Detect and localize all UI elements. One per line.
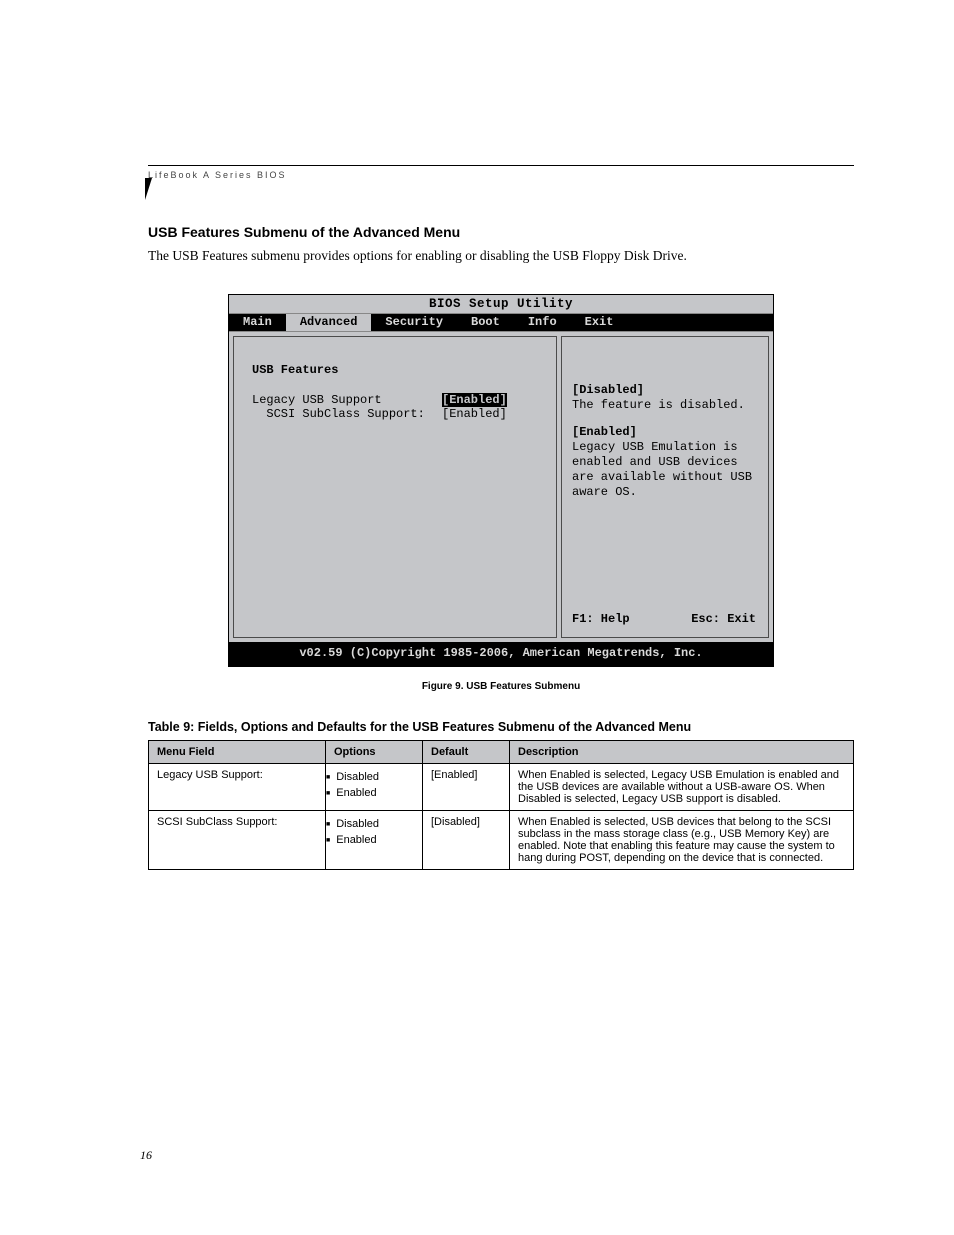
help-disabled-text: The feature is disabled. [572, 398, 758, 413]
bios-row-label: Legacy USB Support [252, 393, 442, 407]
cell-options: Disabled Enabled [326, 810, 423, 869]
header-mark-icon [145, 178, 152, 200]
cell-default: [Enabled] [423, 763, 510, 810]
bios-tab-security: Security [371, 314, 457, 331]
bios-left-pane: USB Features Legacy USB Support[Enabled]… [233, 336, 557, 638]
figure-caption: Figure 9. USB Features Submenu [148, 681, 854, 692]
cell-field: Legacy USB Support: [149, 763, 326, 810]
help-enabled-text: Legacy USB Emulation is enabled and USB … [572, 440, 758, 500]
cell-description: When Enabled is selected, USB devices th… [510, 810, 854, 869]
bios-tab-exit: Exit [571, 314, 628, 331]
bios-screenshot: BIOS Setup Utility Main Advanced Securit… [228, 294, 774, 667]
option-item: Disabled [326, 769, 414, 786]
help-disabled-header: [Disabled] [572, 383, 758, 398]
bios-title: BIOS Setup Utility [229, 295, 773, 314]
bios-submenu-title: USB Features [252, 363, 544, 377]
bios-row-legacy-usb: Legacy USB Support[Enabled] [252, 393, 544, 407]
bios-row-value-selected: [Enabled] [442, 393, 507, 407]
cell-description: When Enabled is selected, Legacy USB Emu… [510, 763, 854, 810]
bios-tab-main: Main [229, 314, 286, 331]
section-intro: The USB Features submenu provides option… [148, 246, 854, 266]
cell-options: Disabled Enabled [326, 763, 423, 810]
bios-row-scsi-subclass: SCSI SubClass Support:[Enabled] [252, 407, 544, 421]
bios-tab-info: Info [514, 314, 571, 331]
th-default: Default [423, 740, 510, 763]
fields-table: Menu Field Options Default Description L… [148, 740, 854, 870]
section-heading: USB Features Submenu of the Advanced Men… [148, 224, 854, 240]
th-menu-field: Menu Field [149, 740, 326, 763]
page-number: 16 [140, 1148, 152, 1163]
bios-tab-bar: Main Advanced Security Boot Info Exit [229, 314, 773, 331]
bios-row-value: [Enabled] [442, 407, 507, 421]
bios-row-label: SCSI SubClass Support: [252, 407, 442, 421]
table-caption: Table 9: Fields, Options and Defaults fo… [148, 720, 854, 734]
bios-help-bar: F1: Help Esc: Exit [572, 612, 758, 627]
table-row: SCSI SubClass Support: Disabled Enabled … [149, 810, 854, 869]
help-enabled-header: [Enabled] [572, 425, 758, 440]
bios-tab-boot: Boot [457, 314, 514, 331]
th-description: Description [510, 740, 854, 763]
table-header-row: Menu Field Options Default Description [149, 740, 854, 763]
cell-default: [Disabled] [423, 810, 510, 869]
bios-help-pane: [Disabled] The feature is disabled. [Ena… [561, 336, 769, 638]
option-item: Enabled [326, 785, 414, 802]
option-item: Enabled [326, 832, 414, 849]
help-f1: F1: Help [572, 612, 630, 627]
th-options: Options [326, 740, 423, 763]
help-esc: Esc: Exit [691, 612, 756, 627]
running-head-text: LifeBook A Series BIOS [148, 170, 287, 180]
cell-field: SCSI SubClass Support: [149, 810, 326, 869]
option-item: Disabled [326, 816, 414, 833]
table-row: Legacy USB Support: Disabled Enabled [En… [149, 763, 854, 810]
bios-copyright: v02.59 (C)Copyright 1985-2006, American … [229, 642, 773, 666]
running-head: LifeBook A Series BIOS [148, 165, 854, 180]
bios-tab-advanced: Advanced [286, 314, 372, 331]
